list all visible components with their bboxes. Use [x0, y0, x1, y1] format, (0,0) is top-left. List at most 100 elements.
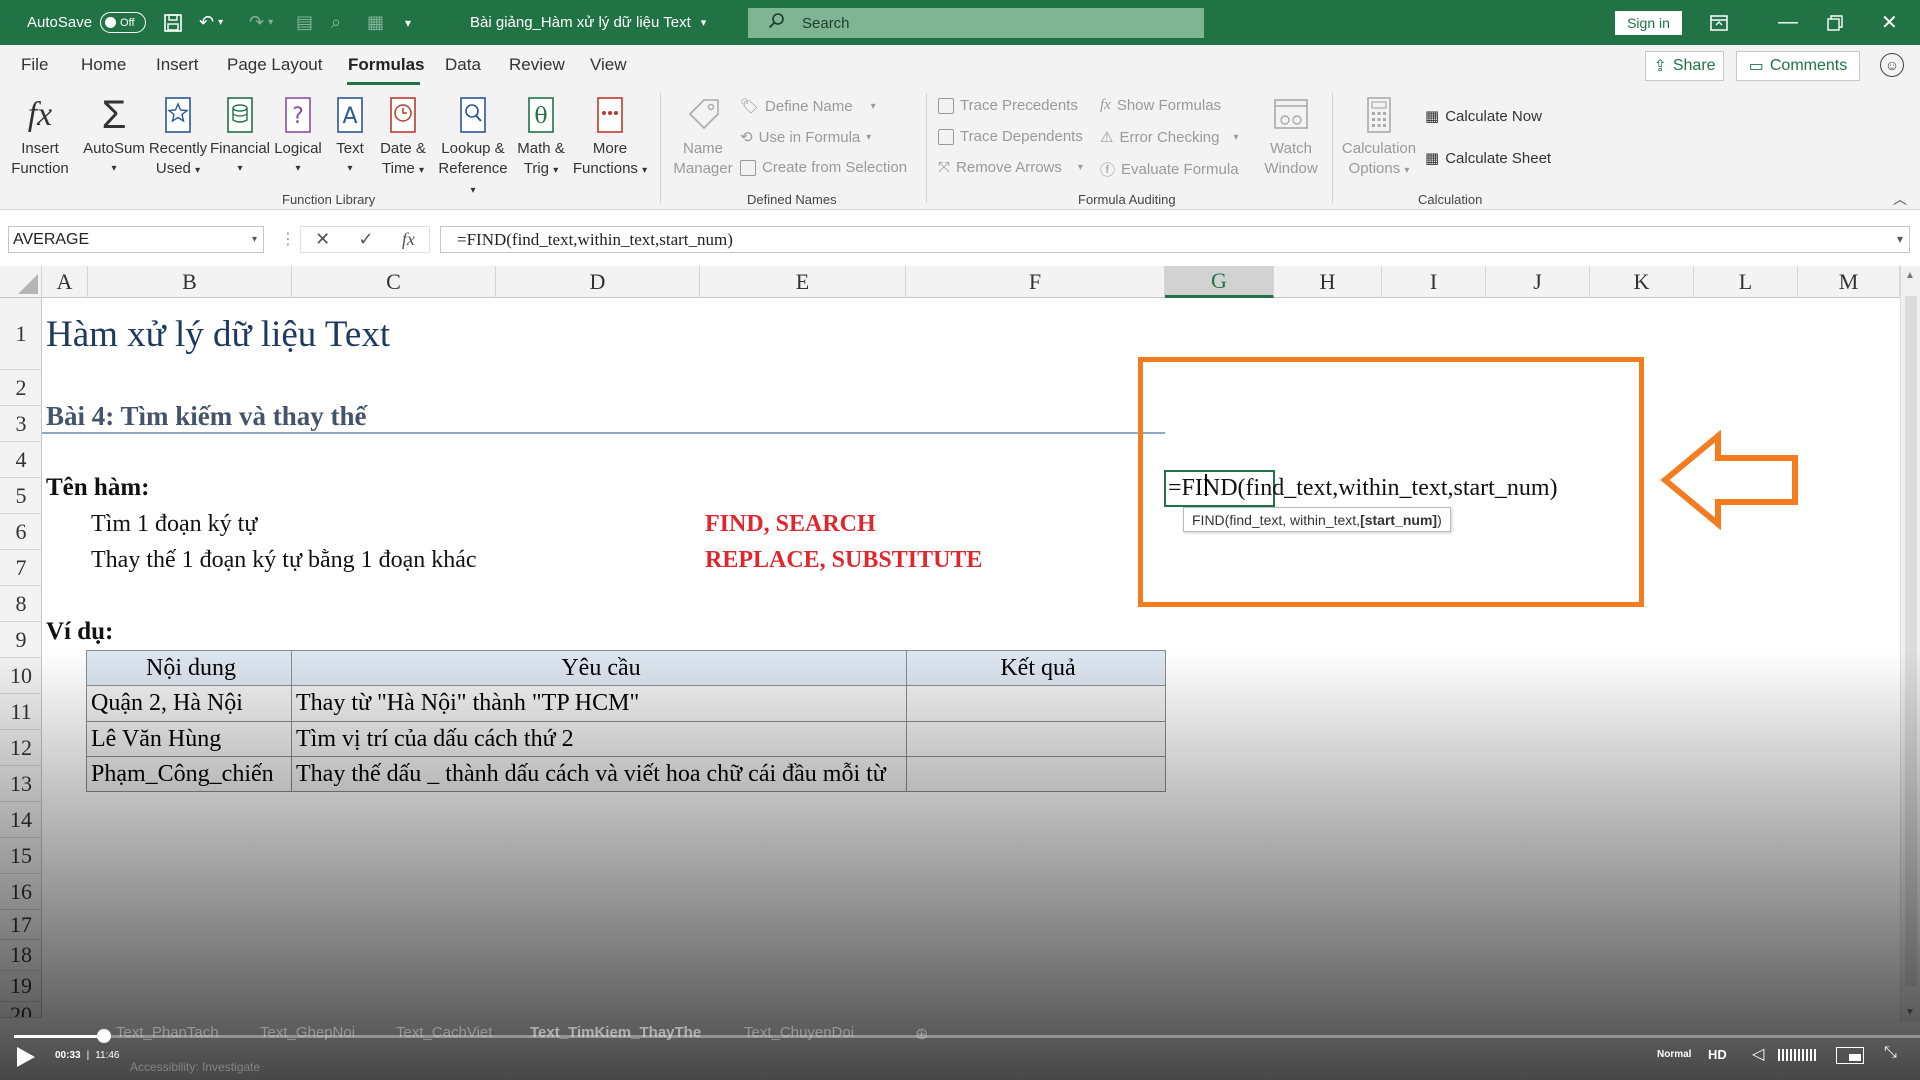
row-header[interactable]: 4 [0, 442, 42, 478]
undo-icon[interactable]: ↶ ▾ [199, 0, 223, 45]
tab-data[interactable]: Data [445, 55, 481, 75]
tab-formulas[interactable]: Formulas [348, 55, 425, 75]
customize-qat-icon[interactable]: ▾ [405, 0, 411, 45]
trace-precedents-button[interactable]: Trace Precedents [938, 97, 1078, 114]
column-header-i[interactable]: I [1382, 266, 1486, 298]
create-from-selection-button[interactable]: Create from Selection [740, 159, 907, 176]
watch-window-button[interactable]: Watch Window [1260, 93, 1322, 179]
row-header[interactable]: 3 [0, 406, 42, 442]
theater-mode-icon[interactable] [1836, 1047, 1864, 1064]
name-box[interactable]: AVERAGE ▾ [8, 226, 264, 253]
row-header[interactable]: 17 [0, 910, 42, 940]
row-header[interactable]: 1 [0, 298, 42, 370]
date-time-button[interactable]: Date & Time ▾ [372, 93, 434, 181]
lookup-reference-button[interactable]: Lookup & Reference ▾ [434, 93, 512, 201]
table-cell-content[interactable]: Phạm_Công_chiến [86, 756, 292, 792]
print-preview-icon[interactable]: ▦ [367, 0, 384, 45]
formula-input[interactable]: =FIND(find_text,within_text,start_num) ▾ [440, 226, 1910, 253]
table-header-result[interactable]: Kết quả [906, 650, 1166, 686]
column-header-m[interactable]: M [1798, 266, 1900, 298]
sheet-tab[interactable]: Text_PhanTach [116, 1024, 219, 1041]
sign-in-button[interactable]: Sign in [1615, 11, 1682, 35]
collapse-ribbon-icon[interactable]: ︿ [1893, 189, 1907, 209]
table-header-request[interactable]: Yêu cầu [291, 650, 907, 686]
sheet-tab[interactable]: Text_ChuyenDoi [744, 1024, 854, 1041]
tab-page-layout[interactable]: Page Layout [227, 55, 322, 75]
row-header[interactable]: 20 [0, 1002, 42, 1018]
form-icon[interactable]: ▤ [296, 0, 313, 45]
column-header-d[interactable]: D [496, 266, 700, 298]
splitter-dots-icon[interactable]: ⋮ [280, 229, 296, 249]
row-header[interactable]: 11 [0, 694, 42, 730]
sheet-tab[interactable]: Text_GhepNoi [260, 1024, 355, 1041]
column-header-c[interactable]: C [292, 266, 496, 298]
scroll-down-icon[interactable]: ▼ [1905, 1007, 1915, 1018]
show-formulas-button[interactable]: fx Show Formulas [1100, 97, 1221, 114]
cancel-icon[interactable]: ✕ [315, 229, 330, 250]
minimize-icon[interactable]: — [1778, 0, 1798, 45]
task2-functions[interactable]: REPLACE, SUBSTITUTE [705, 542, 982, 578]
define-name-button[interactable]: 🏷 Define Name ▾ [740, 97, 876, 116]
restore-icon[interactable] [1827, 0, 1843, 45]
autosave-control[interactable]: AutoSave Off [27, 0, 147, 45]
row-header[interactable]: 5 [0, 478, 42, 514]
row-header[interactable]: 10 [0, 658, 42, 694]
table-cell-content[interactable]: Quận 2, Hà Nội [86, 685, 292, 722]
row-header[interactable]: 15 [0, 838, 42, 874]
more-functions-button[interactable]: More Functions ▾ [570, 93, 650, 181]
tab-review[interactable]: Review [509, 55, 565, 75]
tab-view[interactable]: View [590, 55, 627, 75]
comments-button[interactable]: ▭ Comments [1736, 51, 1860, 81]
scroll-up-icon[interactable]: ▲ [1905, 270, 1915, 281]
remove-arrows-button[interactable]: ⤧ Remove Arrows ▾ [938, 159, 1083, 176]
task1-text[interactable]: Tìm 1 đoạn ký tự [91, 506, 257, 542]
column-header-a[interactable]: A [42, 266, 88, 298]
redo-icon[interactable]: ↷ ▾ [249, 0, 273, 45]
table-cell-result[interactable] [906, 756, 1166, 792]
column-header-j[interactable]: J [1486, 266, 1590, 298]
expand-formula-bar-icon[interactable]: ▾ [1897, 232, 1903, 247]
use-in-formula-button[interactable]: ⟲ Use in Formula ▾ [740, 128, 871, 147]
feedback-smiley-icon[interactable]: ☺ [1880, 53, 1904, 77]
task1-functions[interactable]: FIND, SEARCH [705, 506, 876, 542]
math-trig-button[interactable]: θ Math & Trig ▾ [512, 93, 570, 181]
calculation-options-button[interactable]: Calculation Options ▾ [1340, 93, 1418, 181]
table-cell-result[interactable] [906, 721, 1166, 757]
insert-function-button[interactable]: fx Insert Function [8, 93, 72, 179]
sheet-tab[interactable]: Text_CachViet [396, 1024, 492, 1041]
sheet-tab-active[interactable]: Text_TimKiem_ThayThe [530, 1024, 701, 1041]
evaluate-formula-button[interactable]: ⓕ Evaluate Formula [1100, 159, 1239, 180]
logical-button[interactable]: ? Logical ▾ [268, 93, 328, 179]
table-cell-request[interactable]: Thay thế dấu _ thành dấu cách và viết ho… [291, 756, 907, 792]
name-manager-button[interactable]: Name Manager [670, 93, 736, 179]
playback-speed[interactable]: Normal [1657, 1049, 1691, 1060]
video-progress-knob[interactable] [96, 1029, 111, 1043]
insert-function-fx-icon[interactable]: fx [402, 229, 415, 250]
table-cell-request[interactable]: Thay từ "Hà Nội" thành "TP HCM" [291, 685, 907, 722]
play-icon[interactable] [15, 1045, 37, 1074]
column-header-g[interactable]: G [1165, 266, 1274, 298]
table-header-content[interactable]: Nội dung [86, 650, 292, 686]
volume-level-bars[interactable] [1778, 1049, 1818, 1061]
video-progress-track[interactable] [14, 1029, 1920, 1043]
function-name-label[interactable]: Tên hàm: [46, 470, 149, 506]
row-header[interactable]: 13 [0, 766, 42, 802]
trace-dependents-button[interactable]: Trace Dependents [938, 128, 1083, 145]
fullscreen-icon[interactable]: ⤡ [1884, 1044, 1897, 1062]
calculate-sheet-button[interactable]: ▦ Calculate Sheet [1425, 149, 1551, 168]
column-header-h[interactable]: H [1274, 266, 1382, 298]
tab-file[interactable]: File [21, 55, 48, 75]
column-header-l[interactable]: L [1694, 266, 1798, 298]
save-icon[interactable] [163, 0, 183, 45]
table-cell-content[interactable]: Lê Văn Hùng [86, 721, 292, 757]
calculate-now-button[interactable]: ▦ Calculate Now [1425, 107, 1542, 126]
scroll-thumb[interactable] [1905, 296, 1917, 986]
row-header[interactable]: 12 [0, 730, 42, 766]
zoom-icon[interactable]: ⌕ [331, 0, 341, 45]
row-header[interactable]: 2 [0, 370, 42, 406]
quality-label[interactable]: HD [1708, 1047, 1727, 1062]
select-all-corner[interactable] [0, 266, 42, 298]
volume-icon[interactable]: ◁ [1752, 1044, 1764, 1064]
column-header-f[interactable]: F [906, 266, 1165, 298]
error-checking-button[interactable]: ⚠ Error Checking ▾ [1100, 128, 1239, 147]
